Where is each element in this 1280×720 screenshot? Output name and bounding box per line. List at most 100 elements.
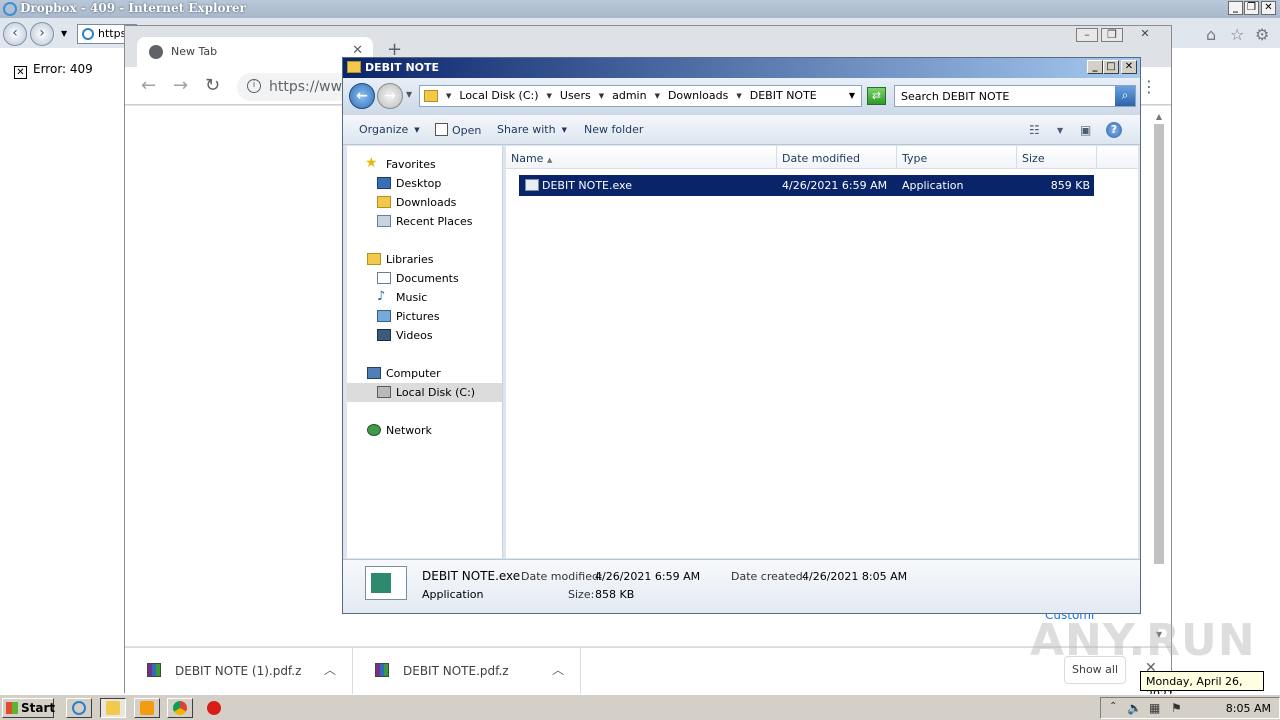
preview-pane-icon[interactable]: ▣ xyxy=(1080,123,1091,137)
sidebar-item-label: Downloads xyxy=(396,196,457,209)
ie-home-icon[interactable]: ⌂ xyxy=(1206,25,1216,44)
network-status-icon[interactable]: ▦ xyxy=(1149,701,1160,715)
error-icon: ✕ xyxy=(14,66,27,79)
column-label: Type xyxy=(902,152,928,165)
network-icon xyxy=(367,424,381,436)
explorer-title-bar: DEBIT NOTE _ □ ✕ xyxy=(343,58,1140,78)
sidebar-item-local-disk[interactable]: Local Disk (C:) xyxy=(347,383,502,402)
sidebar-item-label: Videos xyxy=(396,329,433,342)
breadcrumb[interactable]: ▼ Local Disk (C:) ▼ Users ▼ admin ▼ Down… xyxy=(419,85,862,107)
new-folder-button[interactable]: New folder xyxy=(584,123,643,136)
chrome-close-button[interactable]: ✕ xyxy=(1134,28,1156,42)
explorer-maximize-button[interactable]: □ xyxy=(1103,60,1119,74)
close-button[interactable]: ✕ xyxy=(1261,1,1276,15)
taskbar-explorer-button[interactable] xyxy=(100,698,126,718)
breadcrumb-chevron-icon[interactable]: ▼ xyxy=(442,89,455,102)
taskbar-security-button[interactable] xyxy=(201,698,227,718)
explorer-forward-button[interactable]: → xyxy=(377,83,403,109)
open-button[interactable]: Open xyxy=(435,123,481,137)
scrollbar-thumb[interactable] xyxy=(1154,124,1164,564)
search-input[interactable]: Search DEBIT NOTE ⌕ xyxy=(894,85,1136,107)
sidebar-item-network[interactable]: Network xyxy=(347,421,502,440)
ie-address-text: https xyxy=(98,27,127,40)
sidebar-item-documents[interactable]: Documents xyxy=(347,269,502,288)
table-row[interactable]: DEBIT NOTE.exe 4/26/2021 6:59 AM Applica… xyxy=(519,175,1094,196)
help-icon[interactable]: ? xyxy=(1106,122,1122,138)
refresh-button[interactable]: ⇄ xyxy=(867,87,886,105)
chrome-forward-button[interactable]: → xyxy=(173,75,188,96)
chrome-menu-icon[interactable]: ⋮ xyxy=(1141,77,1157,96)
music-icon: ♪ xyxy=(377,289,386,304)
breadcrumb-chevron-icon[interactable]: ▼ xyxy=(595,89,608,102)
address-dropdown-icon[interactable]: ▼ xyxy=(849,91,855,100)
minimize-button[interactable]: _ xyxy=(1228,1,1243,15)
column-header-date-modified[interactable]: Date modified xyxy=(777,146,897,169)
sidebar-item-music[interactable]: ♪ Music xyxy=(347,288,502,307)
scrollbar[interactable]: ▲ ▼ xyxy=(1153,112,1165,639)
details-date-created: 4/26/2021 8:05 AM xyxy=(802,570,908,583)
command-bar: Organize ▼ Open Share with ▼ New folder ☷ … xyxy=(343,115,1140,145)
sidebar-item-downloads[interactable]: Downloads xyxy=(347,193,502,212)
ie-back-button[interactable]: ‹ xyxy=(3,22,27,46)
chrome-restore-button[interactable]: ❐ xyxy=(1101,28,1123,42)
info-icon[interactable]: i xyxy=(247,79,261,93)
sidebar-item-label: Favorites xyxy=(386,158,436,171)
sidebar-item-computer[interactable]: Computer xyxy=(347,364,502,383)
sidebar-item-recent-places[interactable]: Recent Places xyxy=(347,212,502,231)
ie-favorites-icon[interactable]: ☆ xyxy=(1230,25,1244,44)
restore-button[interactable]: ❐ xyxy=(1244,1,1259,15)
close-tab-icon[interactable]: ✕ xyxy=(352,43,363,58)
start-button[interactable]: Start xyxy=(2,698,55,718)
ie-forward-button[interactable]: › xyxy=(30,22,54,46)
breadcrumb-chevron-icon[interactable]: ▼ xyxy=(543,89,556,102)
breadcrumb-item[interactable]: DEBIT NOTE xyxy=(746,89,821,102)
tab-new-tab[interactable]: New Tab ✕ xyxy=(137,37,373,67)
clock[interactable]: 8:05 AM xyxy=(1226,702,1271,715)
recent-locations-dropdown-icon[interactable]: ▼ xyxy=(406,90,412,99)
ie-history-dropdown-icon[interactable]: ▼ xyxy=(61,29,67,38)
scroll-up-icon[interactable]: ▲ xyxy=(1153,112,1165,121)
sidebar-item-videos[interactable]: Videos xyxy=(347,326,502,345)
column-header-type[interactable]: Type xyxy=(897,146,1017,169)
change-view-icon[interactable]: ☷ xyxy=(1029,123,1040,137)
breadcrumb-item[interactable]: Downloads xyxy=(664,89,732,102)
action-center-flag-icon[interactable]: ⚑ xyxy=(1171,701,1182,715)
download-item[interactable]: DEBIT NOTE.pdf.z ︿ xyxy=(353,648,581,694)
chrome-minimize-button[interactable]: – xyxy=(1076,28,1098,42)
show-hidden-icons-icon[interactable]: ⌃ xyxy=(1109,701,1117,712)
explorer-close-button[interactable]: ✕ xyxy=(1121,60,1137,74)
sidebar-item-libraries[interactable]: Libraries xyxy=(347,250,502,269)
folder-icon xyxy=(424,90,438,102)
breadcrumb-item[interactable]: Local Disk (C:) xyxy=(455,89,542,102)
taskbar-ie-button[interactable] xyxy=(66,698,92,718)
taskbar-chrome-button[interactable] xyxy=(167,698,193,718)
sidebar-item-pictures[interactable]: Pictures xyxy=(347,307,502,326)
taskbar-media-player-button[interactable] xyxy=(134,698,160,718)
application-icon xyxy=(365,566,407,600)
breadcrumb-chevron-icon[interactable]: ▼ xyxy=(732,89,745,102)
search-icon[interactable]: ⌕ xyxy=(1115,86,1135,106)
download-item[interactable]: DEBIT NOTE (1).pdf.z ︿ xyxy=(125,648,353,694)
ie-tools-icon[interactable]: ⚙ xyxy=(1255,25,1269,44)
chevron-up-icon[interactable]: ︿ xyxy=(552,661,564,678)
sidebar-item-favorites[interactable]: ★ Favorites xyxy=(347,155,502,174)
column-header-size[interactable]: Size xyxy=(1017,146,1097,169)
chrome-back-button[interactable]: ← xyxy=(141,75,156,96)
new-folder-label: New folder xyxy=(584,123,644,136)
organize-button[interactable]: Organize ▼ xyxy=(359,123,420,136)
breadcrumb-item[interactable]: admin xyxy=(608,89,650,102)
view-options-dropdown-icon[interactable]: ▼ xyxy=(1057,126,1063,135)
share-with-button[interactable]: Share with ▼ xyxy=(497,123,567,136)
explorer-back-button[interactable]: ← xyxy=(349,83,375,109)
sort-ascending-icon: ▲ xyxy=(546,156,553,164)
explorer-window: DEBIT NOTE _ □ ✕ ← → ▼ ▼ Local Disk (C:)… xyxy=(342,57,1141,614)
chevron-up-icon[interactable]: ︿ xyxy=(324,661,336,678)
breadcrumb-chevron-icon[interactable]: ▼ xyxy=(651,89,664,102)
chrome-reload-button[interactable]: ↻ xyxy=(205,75,220,96)
sidebar-item-desktop[interactable]: Desktop xyxy=(347,174,502,193)
column-header-name[interactable]: Name ▲ xyxy=(506,146,777,169)
volume-icon[interactable]: 🔈 xyxy=(1127,701,1142,715)
column-header-filler xyxy=(1097,146,1138,169)
breadcrumb-item[interactable]: Users xyxy=(556,89,595,102)
explorer-minimize-button[interactable]: _ xyxy=(1087,60,1103,74)
